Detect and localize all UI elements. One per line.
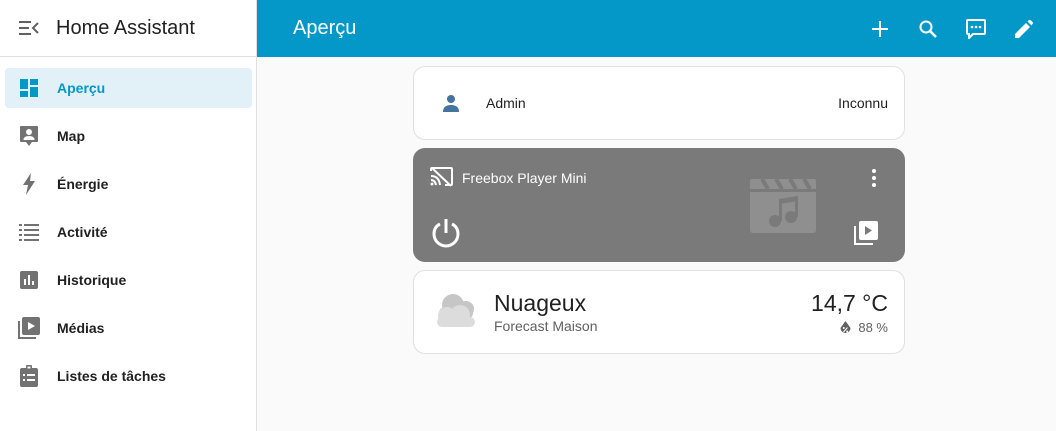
sidebar-item-label: Aperçu	[57, 80, 106, 96]
dashboard-icon	[17, 76, 41, 100]
play-box-multiple-icon[interactable]	[854, 221, 878, 245]
person-name: Admin	[486, 95, 526, 111]
movie-music-icon	[750, 179, 816, 233]
person-state: Inconnu	[838, 95, 888, 111]
page-title: Aperçu	[293, 17, 357, 39]
media-player-name: Freebox Player Mini	[462, 170, 587, 186]
play-box-icon	[17, 316, 41, 340]
sidebar-item-label: Médias	[57, 320, 105, 336]
home-assistant-app: Home Assistant Aperçu Map Énergie Activi…	[0, 0, 1056, 431]
sidebar-item-map[interactable]: Map	[5, 116, 252, 156]
app-title: Home Assistant	[56, 16, 195, 39]
sidebar-item-label: Map	[57, 128, 85, 144]
cloudy-icon	[437, 294, 475, 327]
clipboard-list-icon	[17, 364, 41, 388]
weather-humidity-value: 88 %	[858, 320, 888, 335]
person-entity-card[interactable]: Admin Inconnu	[413, 66, 905, 140]
sidebar-item-label: Énergie	[57, 176, 109, 192]
sidebar-header: Home Assistant	[0, 0, 256, 57]
sidebar: Home Assistant Aperçu Map Énergie Activi…	[0, 0, 257, 431]
more-vertical-icon[interactable]	[862, 167, 886, 189]
sidebar-item-label: Historique	[57, 272, 127, 288]
weather-condition: Nuageux	[494, 290, 587, 316]
top-app-bar: Aperçu	[257, 0, 1056, 57]
power-icon[interactable]	[430, 217, 462, 249]
toolbar-actions	[844, 0, 1036, 57]
plus-icon[interactable]	[868, 17, 892, 41]
sidebar-item-listes-de-taches[interactable]: Listes de tâches	[5, 356, 252, 396]
sidebar-nav: Aperçu Map Énergie Activité Historique M…	[0, 57, 256, 396]
sidebar-item-activite[interactable]: Activité	[5, 212, 252, 252]
assist-icon[interactable]	[964, 17, 988, 41]
weather-temperature: 14,7 °C	[811, 290, 888, 316]
weather-entity-name: Forecast Maison	[494, 318, 598, 334]
sidebar-item-historique[interactable]: Historique	[5, 260, 252, 300]
sidebar-item-medias[interactable]: Médias	[5, 308, 252, 348]
weather-humidity: 88 %	[839, 320, 888, 335]
sidebar-item-label: Activité	[57, 224, 108, 240]
media-control-card: Freebox Player Mini	[413, 148, 905, 262]
weather-forecast-card[interactable]: Nuageux Forecast Maison 14,7 °C 88 %	[413, 270, 905, 354]
lightning-icon	[17, 172, 41, 196]
map-person-icon	[17, 124, 41, 148]
account-icon	[439, 91, 463, 115]
list-icon	[17, 220, 41, 244]
cast-off-icon	[430, 167, 453, 187]
sidebar-item-label: Listes de tâches	[57, 368, 166, 384]
water-percent-icon	[840, 320, 851, 333]
pencil-icon[interactable]	[1012, 17, 1036, 41]
chart-box-icon	[17, 268, 41, 292]
menu-collapse-icon[interactable]	[18, 17, 40, 39]
sidebar-item-energie[interactable]: Énergie	[5, 164, 252, 204]
sidebar-item-apercu[interactable]: Aperçu	[5, 68, 252, 108]
search-icon[interactable]	[916, 17, 940, 41]
